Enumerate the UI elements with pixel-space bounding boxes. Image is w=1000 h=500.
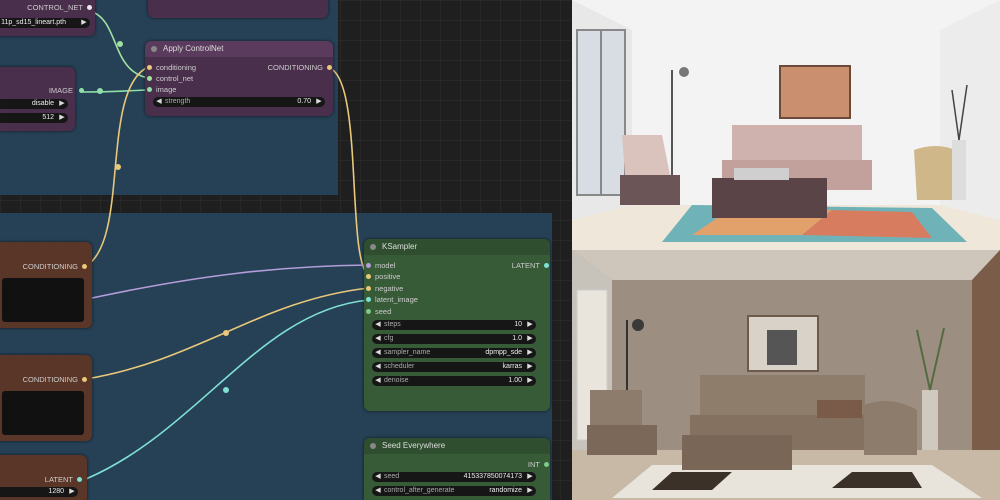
control-after-generate-widget[interactable]: ◀ control_after_generate randomize ▶ bbox=[372, 486, 536, 496]
steps-widget[interactable]: ◀ steps 10 ▶ bbox=[372, 320, 536, 330]
input-model[interactable]: model bbox=[364, 260, 395, 271]
latent-output[interactable]: LATENT bbox=[0, 474, 83, 485]
denoise-widget[interactable]: ◀ denoise 1.00 ▶ bbox=[372, 376, 536, 386]
link-model bbox=[91, 264, 370, 299]
controlnet-filename[interactable]: 11p_sd15_lineart.pth ▶ bbox=[0, 18, 90, 28]
positive-prompt-node[interactable]: CONDITIONING bbox=[0, 242, 92, 328]
seed-widget[interactable]: ◀ seed 415337850074173 ▶ bbox=[372, 472, 536, 482]
output-room-image bbox=[572, 250, 1000, 500]
apply-controlnet-node[interactable]: Apply ControlNet conditioning control_ne… bbox=[145, 41, 333, 116]
text-encode-node[interactable] bbox=[148, 0, 328, 18]
negative-conditioning-output[interactable]: CONDITIONING bbox=[0, 374, 88, 385]
int-output[interactable]: INT bbox=[528, 459, 550, 470]
positive-prompt-text[interactable] bbox=[2, 278, 84, 322]
ksampler-title[interactable]: KSampler bbox=[364, 239, 550, 255]
node-canvas[interactable]: CONTROL_NET 11p_sd15_lineart.pth ▶ IMAGE… bbox=[0, 0, 572, 500]
input-room-image bbox=[572, 0, 1000, 250]
image-loader-node[interactable]: IMAGE disable ▶ 512 ▶ bbox=[0, 67, 84, 131]
positive-conditioning-output[interactable]: CONDITIONING bbox=[0, 261, 88, 272]
input-latent-image[interactable]: latent_image bbox=[364, 294, 418, 305]
strength-widget[interactable]: ◀ strength 0.70 ▶ bbox=[153, 97, 325, 107]
apply-controlnet-title[interactable]: Apply ControlNet bbox=[145, 41, 333, 57]
input-seed[interactable]: seed bbox=[364, 306, 391, 317]
controlnet-loader-node[interactable]: CONTROL_NET 11p_sd15_lineart.pth ▶ bbox=[0, 0, 95, 36]
ksampler-latent-output[interactable]: LATENT bbox=[512, 260, 550, 271]
conditioning-output[interactable]: CONDITIONING bbox=[268, 62, 333, 73]
input-image[interactable]: image bbox=[145, 84, 176, 95]
latent-width-widget[interactable]: 1280 ▶ bbox=[0, 487, 78, 497]
seed-everywhere-title[interactable]: Seed Everywhere bbox=[364, 438, 550, 454]
negative-prompt-node[interactable]: CONDITIONING bbox=[0, 355, 92, 441]
input-control-net[interactable]: control_net bbox=[145, 73, 193, 84]
scheduler-widget[interactable]: ◀ scheduler karras ▶ bbox=[372, 362, 536, 372]
room-render-top bbox=[572, 0, 1000, 250]
link-image bbox=[81, 89, 149, 93]
sampler-name-widget[interactable]: ◀ sampler_name dpmpp_sde ▶ bbox=[372, 348, 536, 358]
empty-latent-node[interactable]: LATENT 1280 ▶ bbox=[0, 455, 87, 500]
negative-prompt-text[interactable] bbox=[2, 391, 84, 435]
image-output[interactable]: IMAGE bbox=[0, 85, 84, 96]
room-render-bottom bbox=[572, 250, 1000, 500]
seed-everywhere-node[interactable]: Seed Everywhere INT ◀ seed 415337850074173… bbox=[364, 438, 550, 500]
input-negative[interactable]: negative bbox=[364, 283, 403, 294]
input-positive[interactable]: positive bbox=[364, 271, 400, 282]
control-net-output[interactable]: CONTROL_NET bbox=[0, 2, 93, 13]
image-option-2[interactable]: 512 ▶ bbox=[0, 113, 68, 123]
image-option-1[interactable]: disable ▶ bbox=[0, 99, 68, 109]
cfg-widget[interactable]: ◀ cfg 1.0 ▶ bbox=[372, 334, 536, 344]
ksampler-node[interactable]: KSampler model positive negative latent_… bbox=[364, 239, 550, 411]
input-conditioning[interactable]: conditioning bbox=[145, 62, 196, 73]
